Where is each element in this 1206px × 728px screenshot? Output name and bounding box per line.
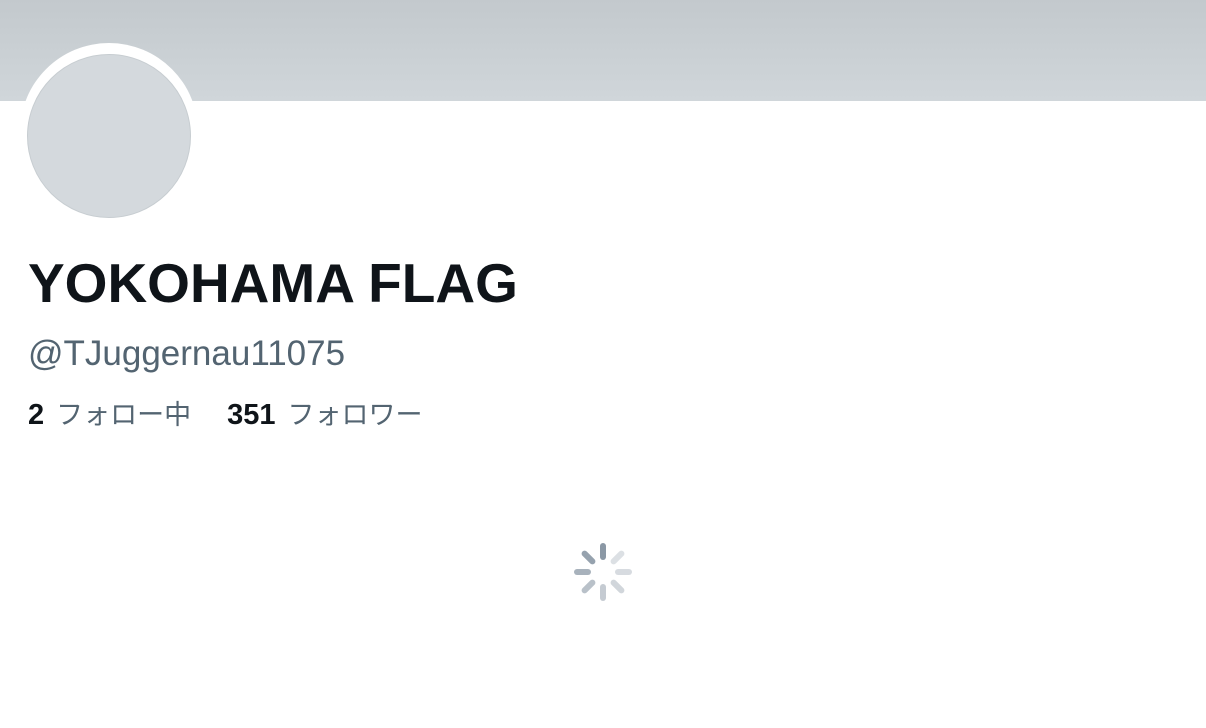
following-link[interactable]: 2 フォロー中 — [28, 396, 191, 435]
profile-page: YOKOHAMA FLAG @TJuggernau11075 2 フォロー中 3… — [0, 0, 1206, 728]
avatar[interactable] — [27, 54, 191, 218]
follow-stats: 2 フォロー中 351 フォロワー — [28, 396, 459, 435]
loading-spinner-icon — [574, 543, 632, 601]
followers-link[interactable]: 351 フォロワー — [227, 396, 422, 435]
following-label: フォロー中 — [56, 400, 192, 431]
followers-label: フォロワー — [287, 400, 423, 431]
user-handle: @TJuggernau11075 — [28, 334, 346, 373]
following-count: 2 — [28, 399, 45, 431]
followers-count: 351 — [227, 399, 276, 431]
display-name: YOKOHAMA FLAG — [28, 252, 518, 314]
